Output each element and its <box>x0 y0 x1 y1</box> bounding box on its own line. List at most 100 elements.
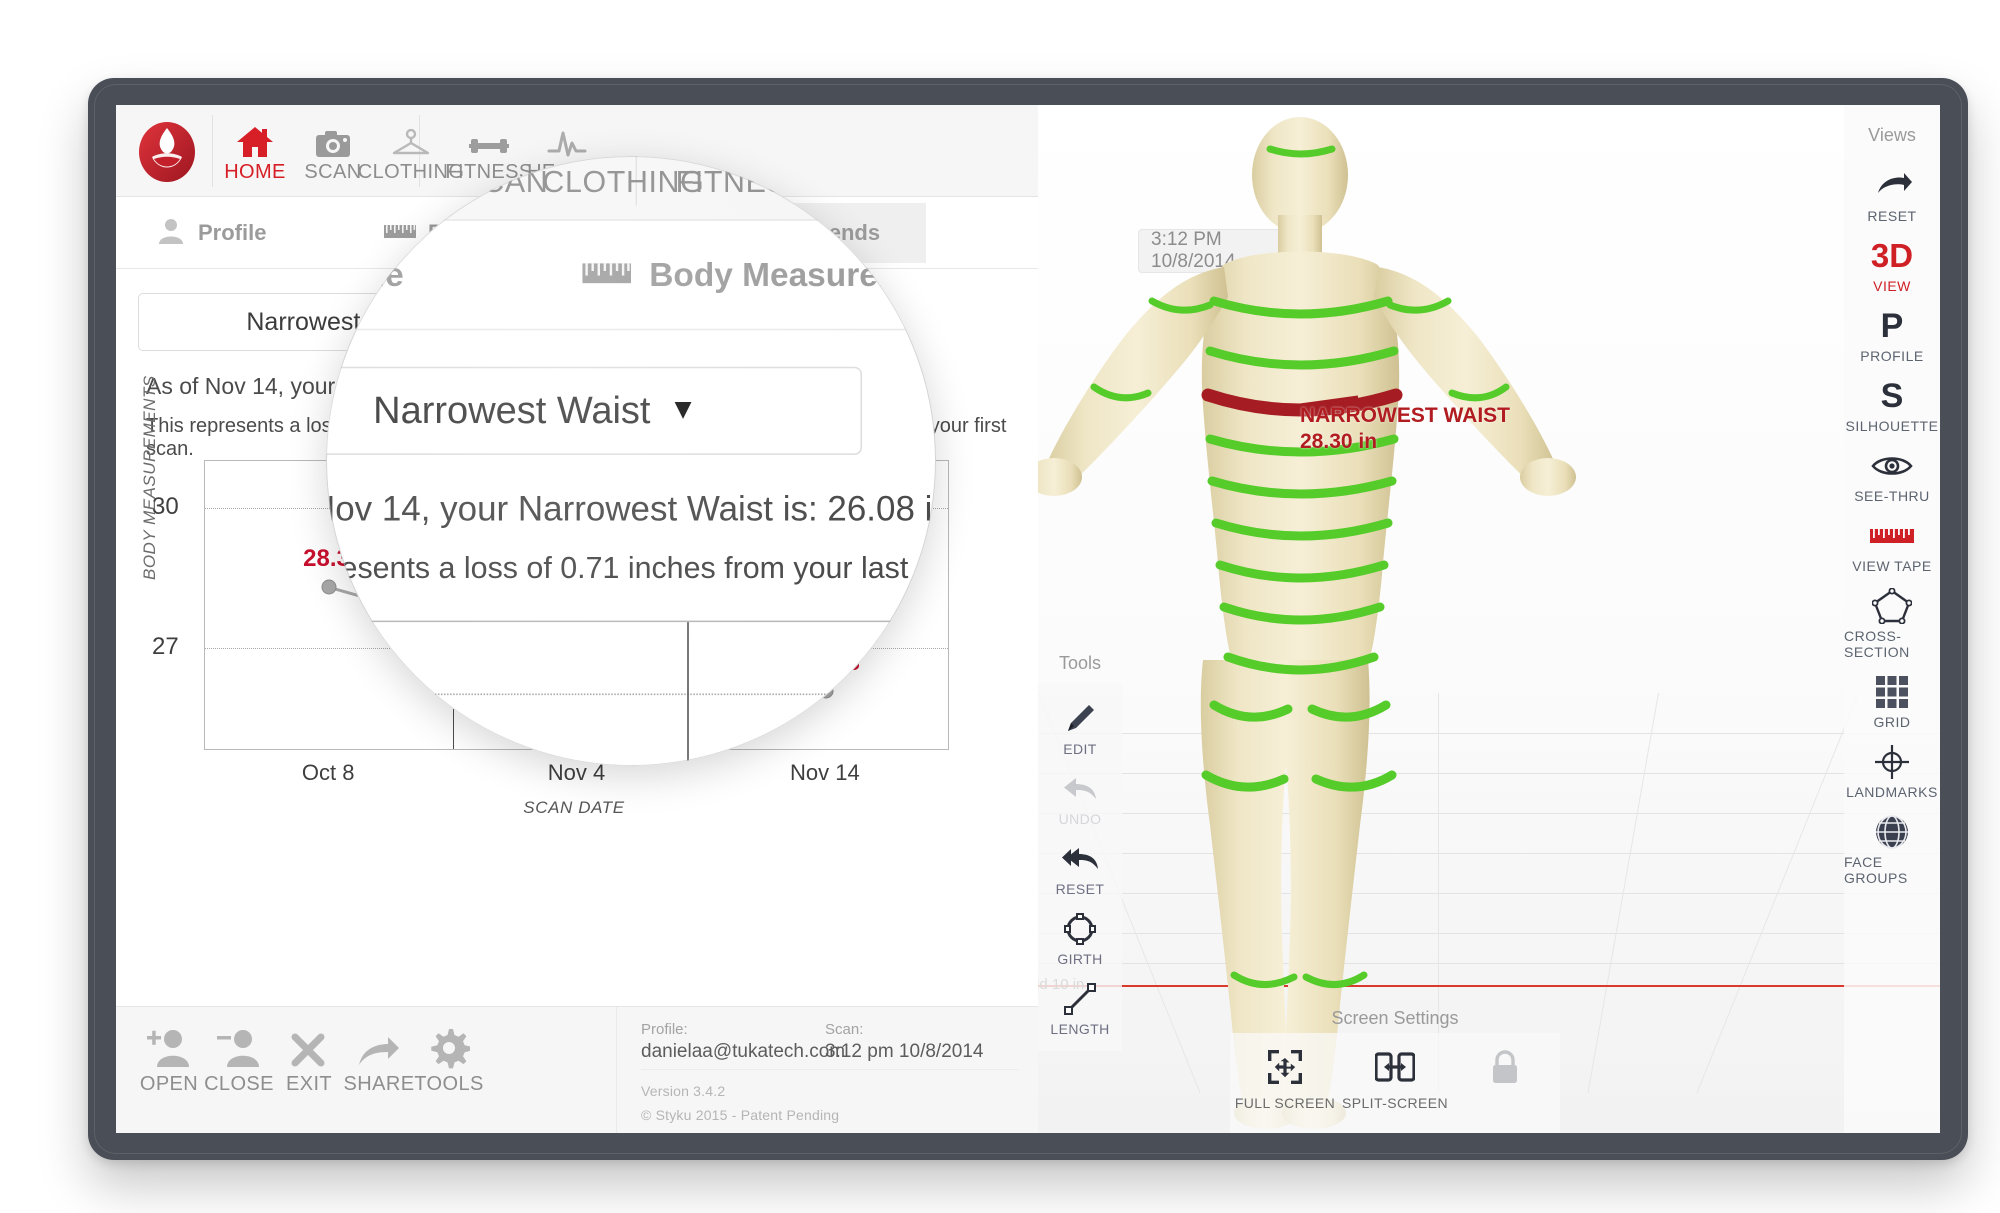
info-divider <box>641 1069 1018 1070</box>
chart-x-tick-label: Oct 8 <box>301 760 355 785</box>
line-chart-icon <box>762 215 796 252</box>
chart-data-label: 26.08 <box>799 649 860 677</box>
tool-label-reset: RESET <box>1055 881 1105 897</box>
view-label-reset: RESET <box>1867 208 1917 224</box>
nav-item-health[interactable]: HEALTH <box>527 105 607 197</box>
home-icon <box>236 119 274 159</box>
chart-x-tick-label: Nov 14 <box>789 760 860 785</box>
nav-item-scan[interactable]: SCAN <box>294 105 372 197</box>
share-arrow-icon <box>357 1021 401 1069</box>
nav-item-clothing[interactable]: CLOTHING <box>358 105 464 197</box>
content-tabs: Profile Bo <box>116 197 1038 269</box>
chart-data-label: 28.30 <box>303 545 364 573</box>
summary-line-1: As of Nov 14, your Narrowest Waist is: 2… <box>146 373 628 399</box>
view-label-silhouette: SILHOUETTE <box>1845 418 1939 434</box>
view-tape[interactable]: VIEW TAPE <box>1844 507 1940 577</box>
chart-x-axis-label: SCAN DATE <box>523 798 625 817</box>
tab-profile[interactable]: Profile <box>138 203 284 263</box>
screen-setting-full-screen[interactable]: FULL SCREEN <box>1230 1033 1340 1111</box>
gear-icon <box>428 1021 470 1069</box>
nav-label-health: HEALTH <box>527 161 607 183</box>
tool-reset[interactable]: RESET <box>1038 831 1122 901</box>
view-silhouette[interactable]: S SILHOUETTE <box>1844 367 1940 437</box>
measurement-callout: NARROWEST WAIST 28.30 in <box>1300 403 1510 455</box>
top-navigation-bar: HOME SCAN CLOTHING FITNESS HEALTH <box>116 105 1038 197</box>
p-text-icon: P <box>1880 306 1904 345</box>
toolbar-button-exit[interactable]: EXIT <box>274 1021 344 1096</box>
chart-plot-area: 28.30 26.79 26.08 <box>204 460 949 750</box>
summary-line-2: This represents a loss of 0.71 inches fr… <box>146 415 1007 460</box>
chart-data-label: 26.79 <box>551 615 612 643</box>
chart-data-point[interactable] <box>570 650 585 666</box>
pentagon-icon <box>1872 585 1912 627</box>
camera-icon <box>315 119 351 159</box>
nav-label-fitness: FITNESS <box>445 161 533 183</box>
measurement-callout-name: NARROWEST WAIST <box>1300 404 1510 427</box>
views-panel-title: Views <box>1868 125 1916 145</box>
tablet-frame: HOME SCAN CLOTHING FITNESS HEALTH Profil… <box>88 78 1968 1160</box>
measurement-select[interactable]: Narrowest Waist ▼ <box>138 293 568 351</box>
tool-length[interactable]: LENGTH <box>1038 971 1122 1041</box>
view-label-cross-section: CROSS-SECTION <box>1844 628 1910 660</box>
tab-trends[interactable]: Trends <box>716 203 926 263</box>
view-face-groups[interactable]: FACE GROUPS <box>1844 803 1940 889</box>
profile-value: danielaa@tukatech.com <box>641 1041 846 1062</box>
profile-key: Profile: <box>641 1021 688 1038</box>
tab-label-body-measurements: Body Measurements <box>428 220 644 245</box>
tool-undo[interactable]: UNDO <box>1038 761 1122 831</box>
view-label-view-tape: VIEW TAPE <box>1852 558 1932 574</box>
screen-setting-split-screen[interactable]: SPLIT-SCREEN <box>1340 1033 1450 1111</box>
copyright-text: © Styku 2015 - Patent Pending <box>641 1107 840 1123</box>
view-reset[interactable]: RESET <box>1844 157 1940 227</box>
tool-girth[interactable]: GIRTH <box>1038 901 1122 971</box>
dumbbell-icon <box>469 119 509 159</box>
tools-panel-items: EDIT UNDO RESET GIRTH LENGTH <box>1038 683 1122 1051</box>
chart-data-point[interactable] <box>321 579 337 595</box>
tab-body-measurements[interactable]: Body Measurements <box>366 203 661 263</box>
screen-setting-lock[interactable] <box>1450 1033 1560 1095</box>
girth-circle-icon <box>1063 909 1097 949</box>
view-see-thru[interactable]: SEE-THRU <box>1844 437 1940 507</box>
trends-chart: BODY MEASUREMENTS 28.30 26.79 26.08 SCAN D… <box>134 375 1014 820</box>
styku-logo-icon[interactable] <box>136 121 198 183</box>
nav-item-home[interactable]: HOME <box>216 105 294 197</box>
screen-settings-title: Screen Settings <box>1331 1008 1459 1028</box>
bottom-toolbar: OPEN CLOSE EXIT SHARE TOOLS Profile: dan… <box>116 1006 1038 1133</box>
toolbar-button-close[interactable]: CLOSE <box>204 1021 274 1096</box>
tab-label-profile: Profile <box>198 220 267 245</box>
tool-label-length: LENGTH <box>1050 1021 1110 1037</box>
person-icon <box>156 216 186 251</box>
toolbar-button-share[interactable]: SHARE <box>344 1021 414 1096</box>
s-text-icon: S <box>1880 376 1904 415</box>
nav-label-home: HOME <box>224 161 286 183</box>
tool-edit[interactable]: EDIT <box>1038 691 1122 761</box>
reset-arrow-icon <box>1061 839 1099 879</box>
tape-ruler-icon <box>1870 515 1914 557</box>
views-panel: Views RESET 3D VIEW P PROFILE S SILHOUET… <box>1844 105 1940 1133</box>
screen-setting-label-full-screen: FULL SCREEN <box>1234 1095 1336 1111</box>
view-profile[interactable]: P PROFILE <box>1844 297 1940 367</box>
3d-body-model[interactable] <box>1038 105 1940 1133</box>
measurement-callout-value: 28.30 in <box>1300 430 1378 453</box>
toolbar-button-open[interactable]: OPEN <box>134 1021 204 1096</box>
measurement-selector-wrapper: Narrowest Waist ▼ <box>138 293 568 351</box>
length-line-icon <box>1063 979 1097 1019</box>
bottom-toolbar-items: OPEN CLOSE EXIT SHARE TOOLS <box>134 1021 484 1096</box>
lock-icon <box>1490 1045 1520 1089</box>
toolbar-button-tools[interactable]: TOOLS <box>414 1021 484 1096</box>
hanger-icon <box>391 119 431 159</box>
screen-settings-panel: FULL SCREEN SPLIT-SCREEN <box>1230 1033 1560 1133</box>
grid-squares-icon <box>1875 671 1909 713</box>
remove-user-icon <box>216 1021 262 1069</box>
tool-label-girth: GIRTH <box>1057 951 1103 967</box>
chevron-down-icon: ▼ <box>440 311 460 332</box>
view-cross-section[interactable]: CROSS-SECTION <box>1844 577 1940 663</box>
view-grid[interactable]: GRID <box>1844 663 1940 733</box>
toolbar-label-open: OPEN <box>139 1073 199 1095</box>
nav-item-fitness[interactable]: FITNESS <box>445 105 532 197</box>
chart-data-point[interactable] <box>818 683 834 699</box>
3d-viewer-panel[interactable]: 3D Grid 10 in 3:12 PM 10/8/2014 ▼ <box>1038 105 1940 1133</box>
view-label-landmarks: LANDMARKS <box>1846 784 1938 800</box>
view-3d[interactable]: 3D VIEW <box>1844 227 1940 297</box>
view-landmarks[interactable]: LANDMARKS <box>1844 733 1940 803</box>
